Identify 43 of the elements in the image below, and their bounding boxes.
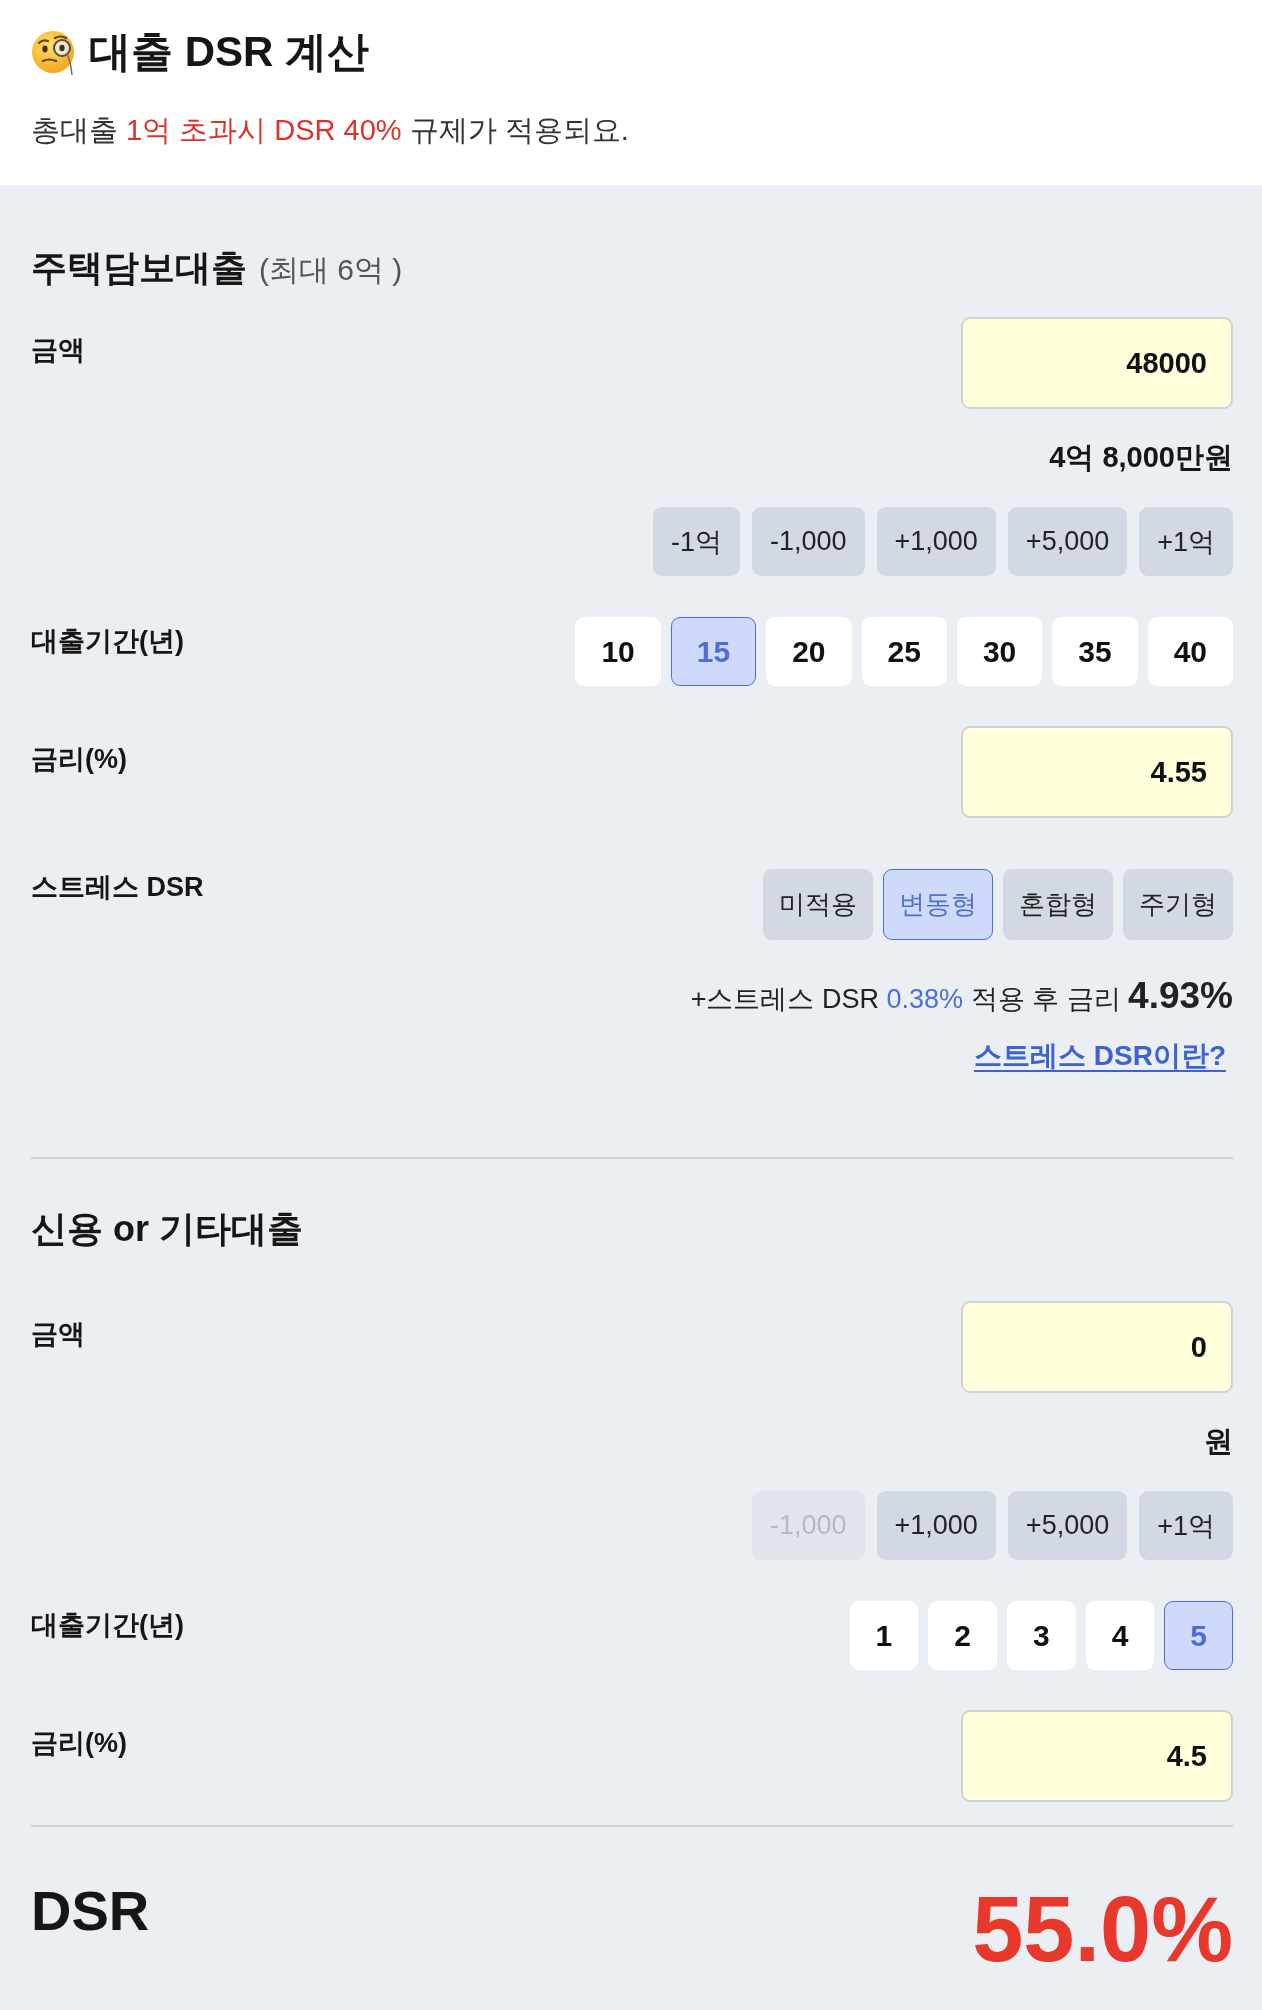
- term-option[interactable]: 4: [1085, 1601, 1155, 1670]
- term-option[interactable]: 3: [1006, 1601, 1076, 1670]
- amount-in-words: 원: [1204, 1424, 1233, 1459]
- field-label: 금액: [31, 334, 85, 367]
- field-label: 금리(%): [31, 1727, 127, 1760]
- amount-step-button[interactable]: +1,000: [876, 507, 996, 576]
- page-title: 대출 DSR 계산: [89, 27, 369, 77]
- term-option[interactable]: 40: [1147, 617, 1233, 686]
- amount-field[interactable]: 48000: [961, 317, 1233, 409]
- field-label: 금리(%): [31, 743, 127, 776]
- term-option[interactable]: 30: [956, 617, 1043, 686]
- amount-step-button[interactable]: +5,000: [1007, 507, 1128, 576]
- stress-dsr-link[interactable]: 스트레스 DSR이란?: [974, 1036, 1226, 1076]
- amount-step-button[interactable]: +1억: [1139, 507, 1233, 576]
- field-label: 대출기간(년): [31, 1609, 184, 1642]
- term-option[interactable]: 35: [1052, 617, 1138, 686]
- rate-field[interactable]: 4.55: [961, 726, 1233, 818]
- term-option[interactable]: 1: [849, 1601, 919, 1670]
- amount-step-button[interactable]: -1,000: [751, 507, 865, 576]
- amount-in-words: 4억 8,000만원: [1049, 440, 1233, 475]
- amount-step-button[interactable]: +1,000: [876, 1491, 996, 1560]
- result-value: 55.0%: [972, 1879, 1233, 1979]
- amount-step-button[interactable]: +1억: [1139, 1491, 1233, 1560]
- field-label: 스트레스 DSR: [31, 871, 204, 904]
- term-option[interactable]: 2: [928, 1601, 997, 1670]
- stress-type-option[interactable]: 주기형: [1123, 869, 1233, 940]
- section-title: 주택담보대출: [31, 246, 247, 290]
- rate-field[interactable]: 4.5: [961, 1710, 1233, 1802]
- stress-type-option[interactable]: 혼합형: [1003, 869, 1113, 940]
- amount-step-button[interactable]: -1억: [652, 507, 740, 576]
- stress-rate-summary: +스트레스 DSR 0.38% 적용 후 금리 4.93%: [689, 974, 1233, 1018]
- limit-note: (최대 6억 ): [259, 252, 403, 288]
- stress-type-option[interactable]: 미적용: [763, 869, 873, 940]
- amount-field[interactable]: 0: [961, 1301, 1233, 1393]
- term-option[interactable]: 20: [766, 617, 852, 686]
- amount-step-button[interactable]: +5,000: [1007, 1491, 1128, 1560]
- term-option[interactable]: 10: [575, 617, 661, 686]
- field-label: 대출기간(년): [31, 625, 184, 658]
- section-title: 신용 or 기타대출: [31, 1207, 303, 1251]
- result-label: DSR: [31, 1879, 150, 1943]
- field-label: 금액: [31, 1318, 85, 1351]
- term-option[interactable]: 25: [861, 617, 947, 686]
- notice-text: 총대출 1억 초과시 DSR 40% 규제가 적용되요.: [31, 113, 630, 148]
